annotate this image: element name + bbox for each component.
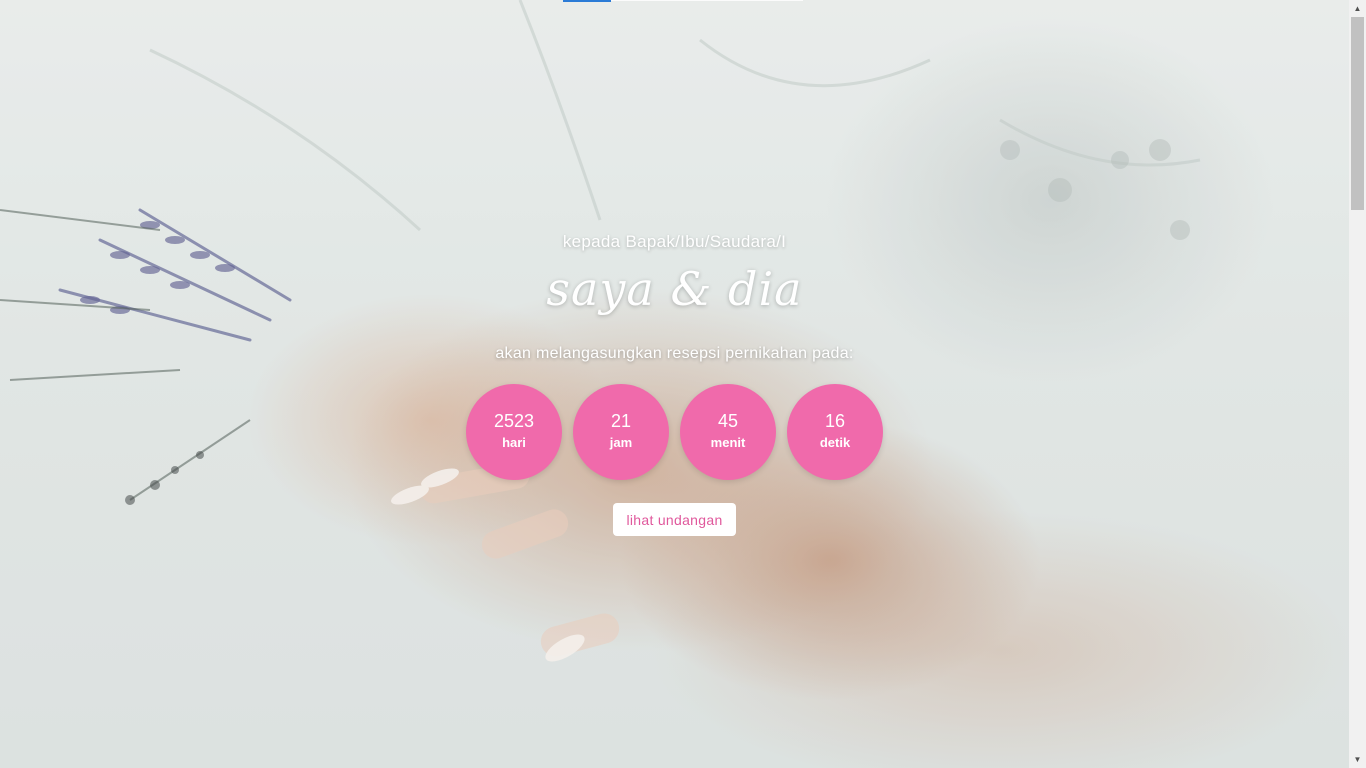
countdown-seconds-unit: detik — [819, 435, 851, 450]
countdown-minutes-value: 45 — [717, 411, 739, 431]
countdown-seconds-value: 16 — [824, 411, 846, 431]
countdown-minutes: 45 menit — [680, 384, 776, 480]
scrollbar-thumb[interactable] — [1351, 17, 1364, 210]
countdown-days-unit: hari — [502, 435, 526, 450]
announcement-text: akan melangasungkan resepsi pernikahan p… — [495, 345, 854, 362]
countdown-minutes-unit: menit — [710, 435, 746, 450]
hero-content: kepada Bapak/Ibu/Saudara/I saya & dia ak… — [0, 0, 1349, 768]
scroll-up-arrow-icon[interactable]: ▲ — [1349, 0, 1366, 17]
view-invitation-button[interactable]: lihat undangan — [613, 503, 736, 536]
countdown-hours-unit: jam — [609, 435, 633, 450]
countdown-days-value: 2523 — [493, 411, 535, 431]
vertical-scrollbar[interactable]: ▲ ▼ — [1349, 0, 1366, 768]
couple-title: saya & dia — [546, 262, 803, 316]
countdown-days: 2523 hari — [466, 384, 562, 480]
countdown: 2523 hari 21 jam 45 menit 16 detik — [466, 384, 886, 480]
page: kepada Bapak/Ibu/Saudara/I saya & dia ak… — [0, 0, 1366, 768]
countdown-hours-value: 21 — [610, 411, 632, 431]
greeting-text: kepada Bapak/Ibu/Saudara/I — [562, 232, 787, 251]
countdown-hours: 21 jam — [573, 384, 669, 480]
countdown-seconds: 16 detik — [787, 384, 883, 480]
scroll-down-arrow-icon[interactable]: ▼ — [1349, 751, 1366, 768]
